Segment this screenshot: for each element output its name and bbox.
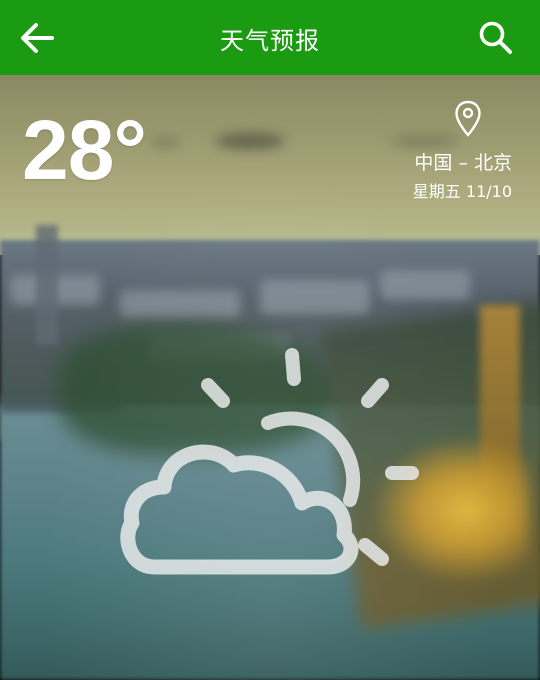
app-bar: 天气预报 xyxy=(0,0,540,75)
partly-cloudy-icon xyxy=(120,348,419,575)
page-title: 天气预报 xyxy=(220,27,320,55)
location-label[interactable]: 中国 – 北京 xyxy=(414,148,512,175)
date-label: 星期五 11/10 xyxy=(412,182,512,201)
location-pin-icon[interactable] xyxy=(454,100,482,138)
search-icon[interactable] xyxy=(478,20,514,56)
weather-screen: 天气预报 28° 中国 – 北京 星期五 11/10 xyxy=(0,0,540,680)
temperature: 28° xyxy=(22,103,147,197)
